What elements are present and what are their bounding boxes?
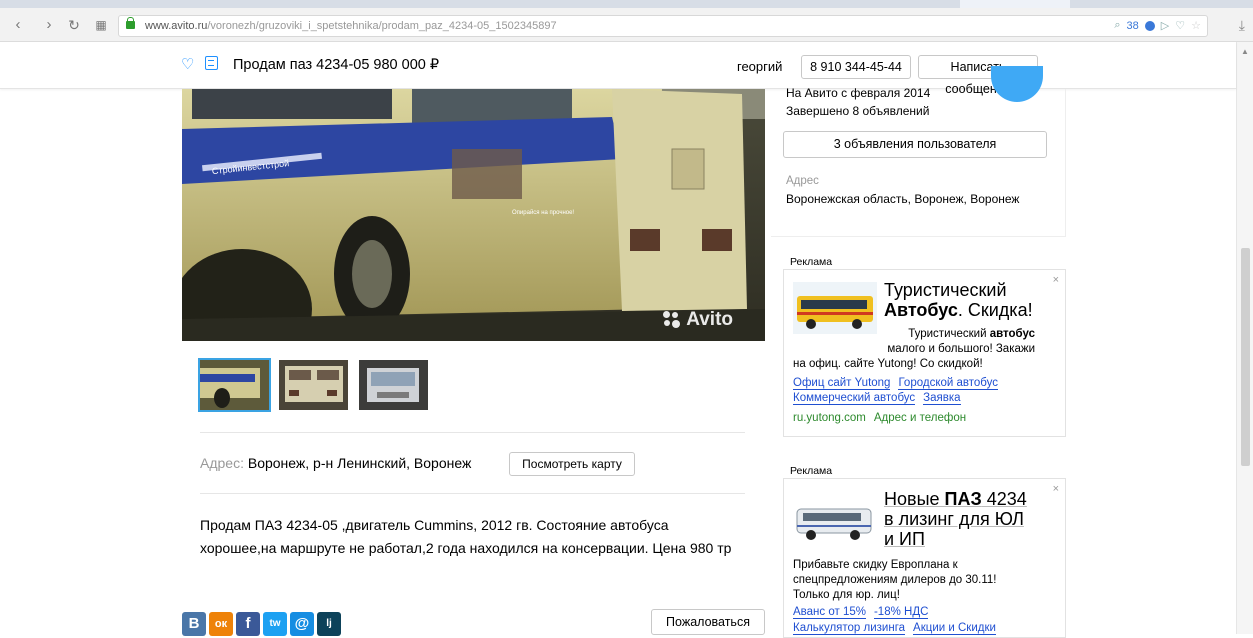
address-bar-actions: ⌕ 38 ▷ ♡ ☆ xyxy=(1114,19,1201,32)
ad-body: Прибавьте скидку Европлана к спецпредлож… xyxy=(793,559,997,601)
scroll-up-icon[interactable]: ▲ xyxy=(1241,47,1249,56)
adblock-count: 38 xyxy=(1126,19,1139,32)
heart-icon[interactable]: ♡ xyxy=(1175,19,1185,32)
seller-since: На Авито с февраля 2014 xyxy=(786,86,931,100)
ad-links: Аванс от 15% -18% НДС xyxy=(793,605,936,620)
ad-domain-link[interactable]: Адрес и телефон xyxy=(874,412,966,424)
social-share-bar: В ок f tw @ lj xyxy=(182,612,341,636)
ad-yutong[interactable]: × Туристический Автобус. Скидка! Туристи… xyxy=(783,269,1066,437)
ad-label: Реклама xyxy=(790,465,833,477)
ad-close-icon[interactable]: × xyxy=(1053,274,1059,286)
seller-name[interactable]: георгий xyxy=(737,59,782,74)
user-ads-button[interactable]: 3 объявления пользователя xyxy=(783,131,1047,158)
ad-links: Офиц сайт Yutong Городской автобус xyxy=(793,376,1006,391)
search-icon[interactable]: ⌕ xyxy=(1114,19,1120,32)
seller-stats: На Авито с февраля 2014 Завершено 8 объя… xyxy=(786,84,930,120)
ad-domain[interactable]: ru.yutong.com xyxy=(793,412,866,424)
listing-address: Адрес: Воронеж, р-н Ленинский, Воронеж xyxy=(200,455,471,471)
vk-share-icon[interactable]: В xyxy=(182,612,206,636)
ad-link[interactable]: Коммерческий автобус xyxy=(793,392,916,405)
active-tab[interactable] xyxy=(960,0,1070,8)
tab-strip xyxy=(0,0,1253,8)
address-bar[interactable]: www.avito.ru/voronezh/gruzoviki_i_spetst… xyxy=(118,15,1208,37)
twitter-share-icon[interactable]: tw xyxy=(263,612,287,636)
ad-links: Коммерческий автобус Заявка xyxy=(793,391,969,406)
lock-icon xyxy=(126,17,135,29)
ad-body-line: на офиц. сайте Yutong! Со скидкой! xyxy=(793,358,983,370)
main-photo[interactable]: Стройинвестстрой Опирайся на прочное! Av… xyxy=(182,89,765,341)
livejournal-share-icon[interactable]: lj xyxy=(317,612,341,636)
ad-link[interactable]: Аванс от 15% xyxy=(793,606,866,619)
paz-bus-image xyxy=(793,499,877,545)
seller-completed: Завершено 8 объявлений xyxy=(786,104,930,118)
download-icon[interactable]: ⤓ xyxy=(1239,17,1245,34)
url-text: www.avito.ru/voronezh/gruzoviki_i_spetst… xyxy=(145,20,557,32)
complain-button[interactable]: Пожаловаться xyxy=(651,609,765,635)
ad-body: Туристический автобус малого и большого!… xyxy=(887,328,1035,355)
ad-headline[interactable]: Туристический Автобус. Скидка! xyxy=(884,280,1033,320)
scrollbar-thumb[interactable] xyxy=(1241,248,1250,466)
facebook-share-icon[interactable]: f xyxy=(236,612,260,636)
play-icon[interactable]: ▷ xyxy=(1161,19,1169,32)
ad-link[interactable]: Городской автобус xyxy=(898,377,998,390)
avito-watermark: Avito xyxy=(663,309,733,331)
avito-logo-icon xyxy=(663,311,681,329)
listing-description: Продам ПАЗ 4234-05 ,двигатель Cummins, 2… xyxy=(200,517,732,556)
ad-link[interactable]: Акции и Скидки xyxy=(913,622,996,635)
listing-title: Продам паз 4234-05 980 000 ₽ xyxy=(233,57,440,73)
ad-link[interactable]: -18% НДС xyxy=(873,606,929,619)
bus-photo-image: Стройинвестстрой Опирайся на прочное! xyxy=(182,89,765,341)
divider xyxy=(200,493,745,494)
address-value: Воронеж, р-н Ленинский, Воронеж xyxy=(247,455,472,471)
note-icon[interactable] xyxy=(205,56,218,70)
odnoklassniki-share-icon[interactable]: ок xyxy=(209,612,233,636)
bookmark-icon[interactable]: ☆ xyxy=(1191,19,1201,32)
ad-domain-row: ru.yutong.com Адрес и телефон xyxy=(793,411,974,426)
ad-close-icon[interactable]: × xyxy=(1053,483,1059,495)
ad-link[interactable]: Калькулятор лизинга xyxy=(793,622,906,635)
browser-toolbar: ‹ › ↻ ▦ www.avito.ru/voronezh/gruzoviki_… xyxy=(0,0,1253,42)
page-scrollbar[interactable]: ▲ xyxy=(1236,42,1253,634)
ad-headline[interactable]: Новые ПАЗ 4234 в лизинг для ЮЛ и ИП xyxy=(884,489,1027,549)
thumbnail-2[interactable] xyxy=(279,360,348,410)
thumbnail-1[interactable] xyxy=(198,358,271,412)
favorite-heart-icon[interactable]: ♡ xyxy=(181,55,194,73)
forward-icon[interactable]: › xyxy=(41,17,57,33)
tabs-grid-icon[interactable]: ▦ xyxy=(93,17,109,33)
ad-link[interactable]: Заявка xyxy=(923,392,961,405)
bus-slogan: Опирайся на прочное! xyxy=(512,209,574,216)
reload-icon[interactable]: ↻ xyxy=(66,17,82,33)
ad-link[interactable]: Офиц сайт Yutong xyxy=(793,377,891,390)
thumbnail-image xyxy=(359,360,428,410)
thumbnail-image xyxy=(200,360,269,410)
sticky-header: ♡ Продам паз 4234-05 980 000 ₽ георгий 8… xyxy=(0,42,1236,96)
view-map-button[interactable]: Посмотреть карту xyxy=(509,452,635,476)
seller-address-label: Адрес xyxy=(786,175,819,187)
mailru-share-icon[interactable]: @ xyxy=(290,612,314,636)
phone-button[interactable]: 8 910 344-45-44 xyxy=(801,55,911,79)
address-label: Адрес: xyxy=(200,455,244,471)
yutong-bus-image xyxy=(793,282,877,334)
ad-label: Реклама xyxy=(790,256,833,268)
thumbnail-3[interactable] xyxy=(359,360,428,410)
back-icon[interactable]: ‹ xyxy=(10,17,26,33)
shield-icon[interactable] xyxy=(1144,20,1155,31)
thumbnail-image xyxy=(279,360,348,410)
seller-address-value: Воронежская область, Воронеж, Воронеж xyxy=(786,192,1020,206)
ad-paz-leasing[interactable]: × Новые ПАЗ 4234 в лизинг для ЮЛ и ИП Пр… xyxy=(783,478,1066,638)
divider xyxy=(200,432,745,433)
